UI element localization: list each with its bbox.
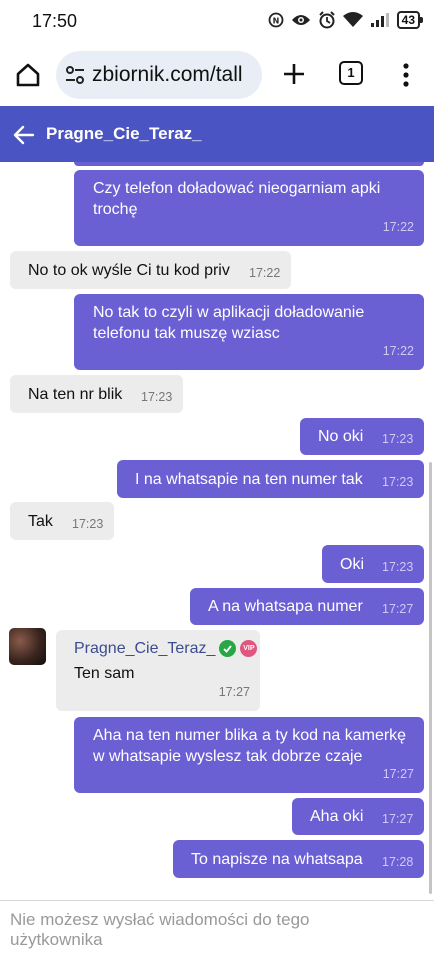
message-time: 17:22	[249, 266, 281, 280]
avatar[interactable]	[9, 628, 46, 665]
chat-header: Pragne_Cie_Teraz_	[0, 106, 434, 162]
url-text: zbiornik.com/tall	[92, 63, 243, 86]
svg-text:N: N	[272, 17, 279, 26]
signal-icon	[370, 12, 390, 28]
message-bubble: Na ten nr blik 17:23	[10, 375, 183, 413]
message-bubble-with-sender: Pragne_Cie_Teraz_ VIP Ten sam 17:27	[56, 630, 260, 711]
nfc-icon: N	[268, 12, 284, 28]
message-text: To napisze na whatsapa	[191, 851, 363, 868]
message-text: Na ten nr blik	[28, 386, 123, 403]
message-bubble: Tak 17:23	[10, 502, 114, 540]
message-time: 17:22	[382, 344, 414, 358]
message-time: 17:27	[382, 602, 414, 616]
message-time: 17:28	[382, 855, 414, 869]
chat-title[interactable]: Pragne_Cie_Teraz_	[46, 124, 202, 144]
scrollbar[interactable]	[429, 462, 432, 894]
message-bubble: To napisze na whatsapa 17:28	[173, 840, 424, 878]
message-time: 17:23	[382, 475, 414, 489]
message-text: Ten sam	[74, 665, 135, 682]
status-bar: 17:50 N 43	[0, 0, 434, 44]
message-time: 17:23	[72, 517, 104, 531]
message-time: 17:23	[382, 432, 414, 446]
notice-text: Nie możesz wysłać wiadomości do tego uży…	[10, 910, 310, 949]
back-arrow-icon[interactable]	[12, 123, 36, 147]
verified-icon	[219, 640, 237, 657]
message-text: Oki	[340, 556, 364, 573]
compose-disabled-notice: Nie możesz wysłać wiadomości do tego uży…	[0, 900, 434, 960]
message-text: Aha oki	[310, 808, 364, 825]
message-time: 17:27	[382, 812, 414, 826]
message-bubble: Aha oki 17:27	[292, 798, 424, 835]
message-list[interactable]: Czy telefon doładować nieogarniam apki t…	[0, 162, 434, 900]
eye-icon	[291, 13, 311, 27]
vip-badge: VIP	[240, 640, 258, 657]
message-bubble: No to ok wyśle Ci tu kod priv 17:22	[10, 251, 291, 289]
message-time: 17:23	[141, 390, 173, 404]
address-bar[interactable]: zbiornik.com/tall	[56, 51, 262, 99]
message-text: Aha na ten numer blika a ty kod na kamer…	[93, 727, 407, 765]
browser-toolbar: zbiornik.com/tall 1	[0, 44, 434, 106]
battery-icon: 43	[396, 11, 424, 29]
sender-row: Pragne_Cie_Teraz_ VIP	[74, 638, 258, 659]
message-bubble: Aha na ten numer blika a ty kod na kamer…	[74, 717, 424, 793]
message-time: 17:22	[382, 220, 414, 234]
message-time: 17:27	[382, 767, 414, 781]
message-bubble: Czy telefon doładować nieogarniam apki t…	[74, 170, 424, 246]
more-menu-icon[interactable]	[396, 60, 416, 90]
message-bubble: No tak to czyli w aplikacji doładowanie …	[74, 294, 424, 370]
message-bubble: A na whatsapa numer 17:27	[190, 588, 424, 625]
alarm-icon	[318, 11, 336, 29]
message-bubble: Oki 17:23	[322, 545, 424, 583]
tab-switcher-button[interactable]: 1	[339, 61, 363, 85]
message-text: A na whatsapa numer	[208, 598, 363, 615]
sender-name[interactable]: Pragne_Cie_Teraz_	[74, 638, 215, 659]
message-time: 17:27	[218, 685, 250, 699]
message-text: I na whatsapie na ten numer tak	[135, 471, 363, 488]
message-bubble: No oki 17:23	[300, 418, 424, 455]
message-text: Tak	[28, 513, 53, 530]
message-text: No tak to czyli w aplikacji doładowanie …	[93, 304, 365, 342]
new-tab-icon[interactable]	[280, 60, 308, 88]
message-bubble-partial	[74, 162, 424, 166]
message-time: 17:23	[382, 560, 414, 574]
wifi-icon	[342, 12, 363, 28]
home-icon[interactable]	[14, 61, 42, 89]
message-text: No oki	[318, 428, 364, 445]
site-settings-icon[interactable]	[64, 65, 86, 90]
message-text: No to ok wyśle Ci tu kod priv	[28, 262, 230, 279]
status-time: 17:50	[32, 11, 78, 31]
message-bubble: I na whatsapie na ten numer tak 17:23	[117, 460, 424, 498]
status-icons: N 43	[268, 11, 424, 29]
message-text: Czy telefon doładować nieogarniam apki t…	[93, 180, 381, 218]
